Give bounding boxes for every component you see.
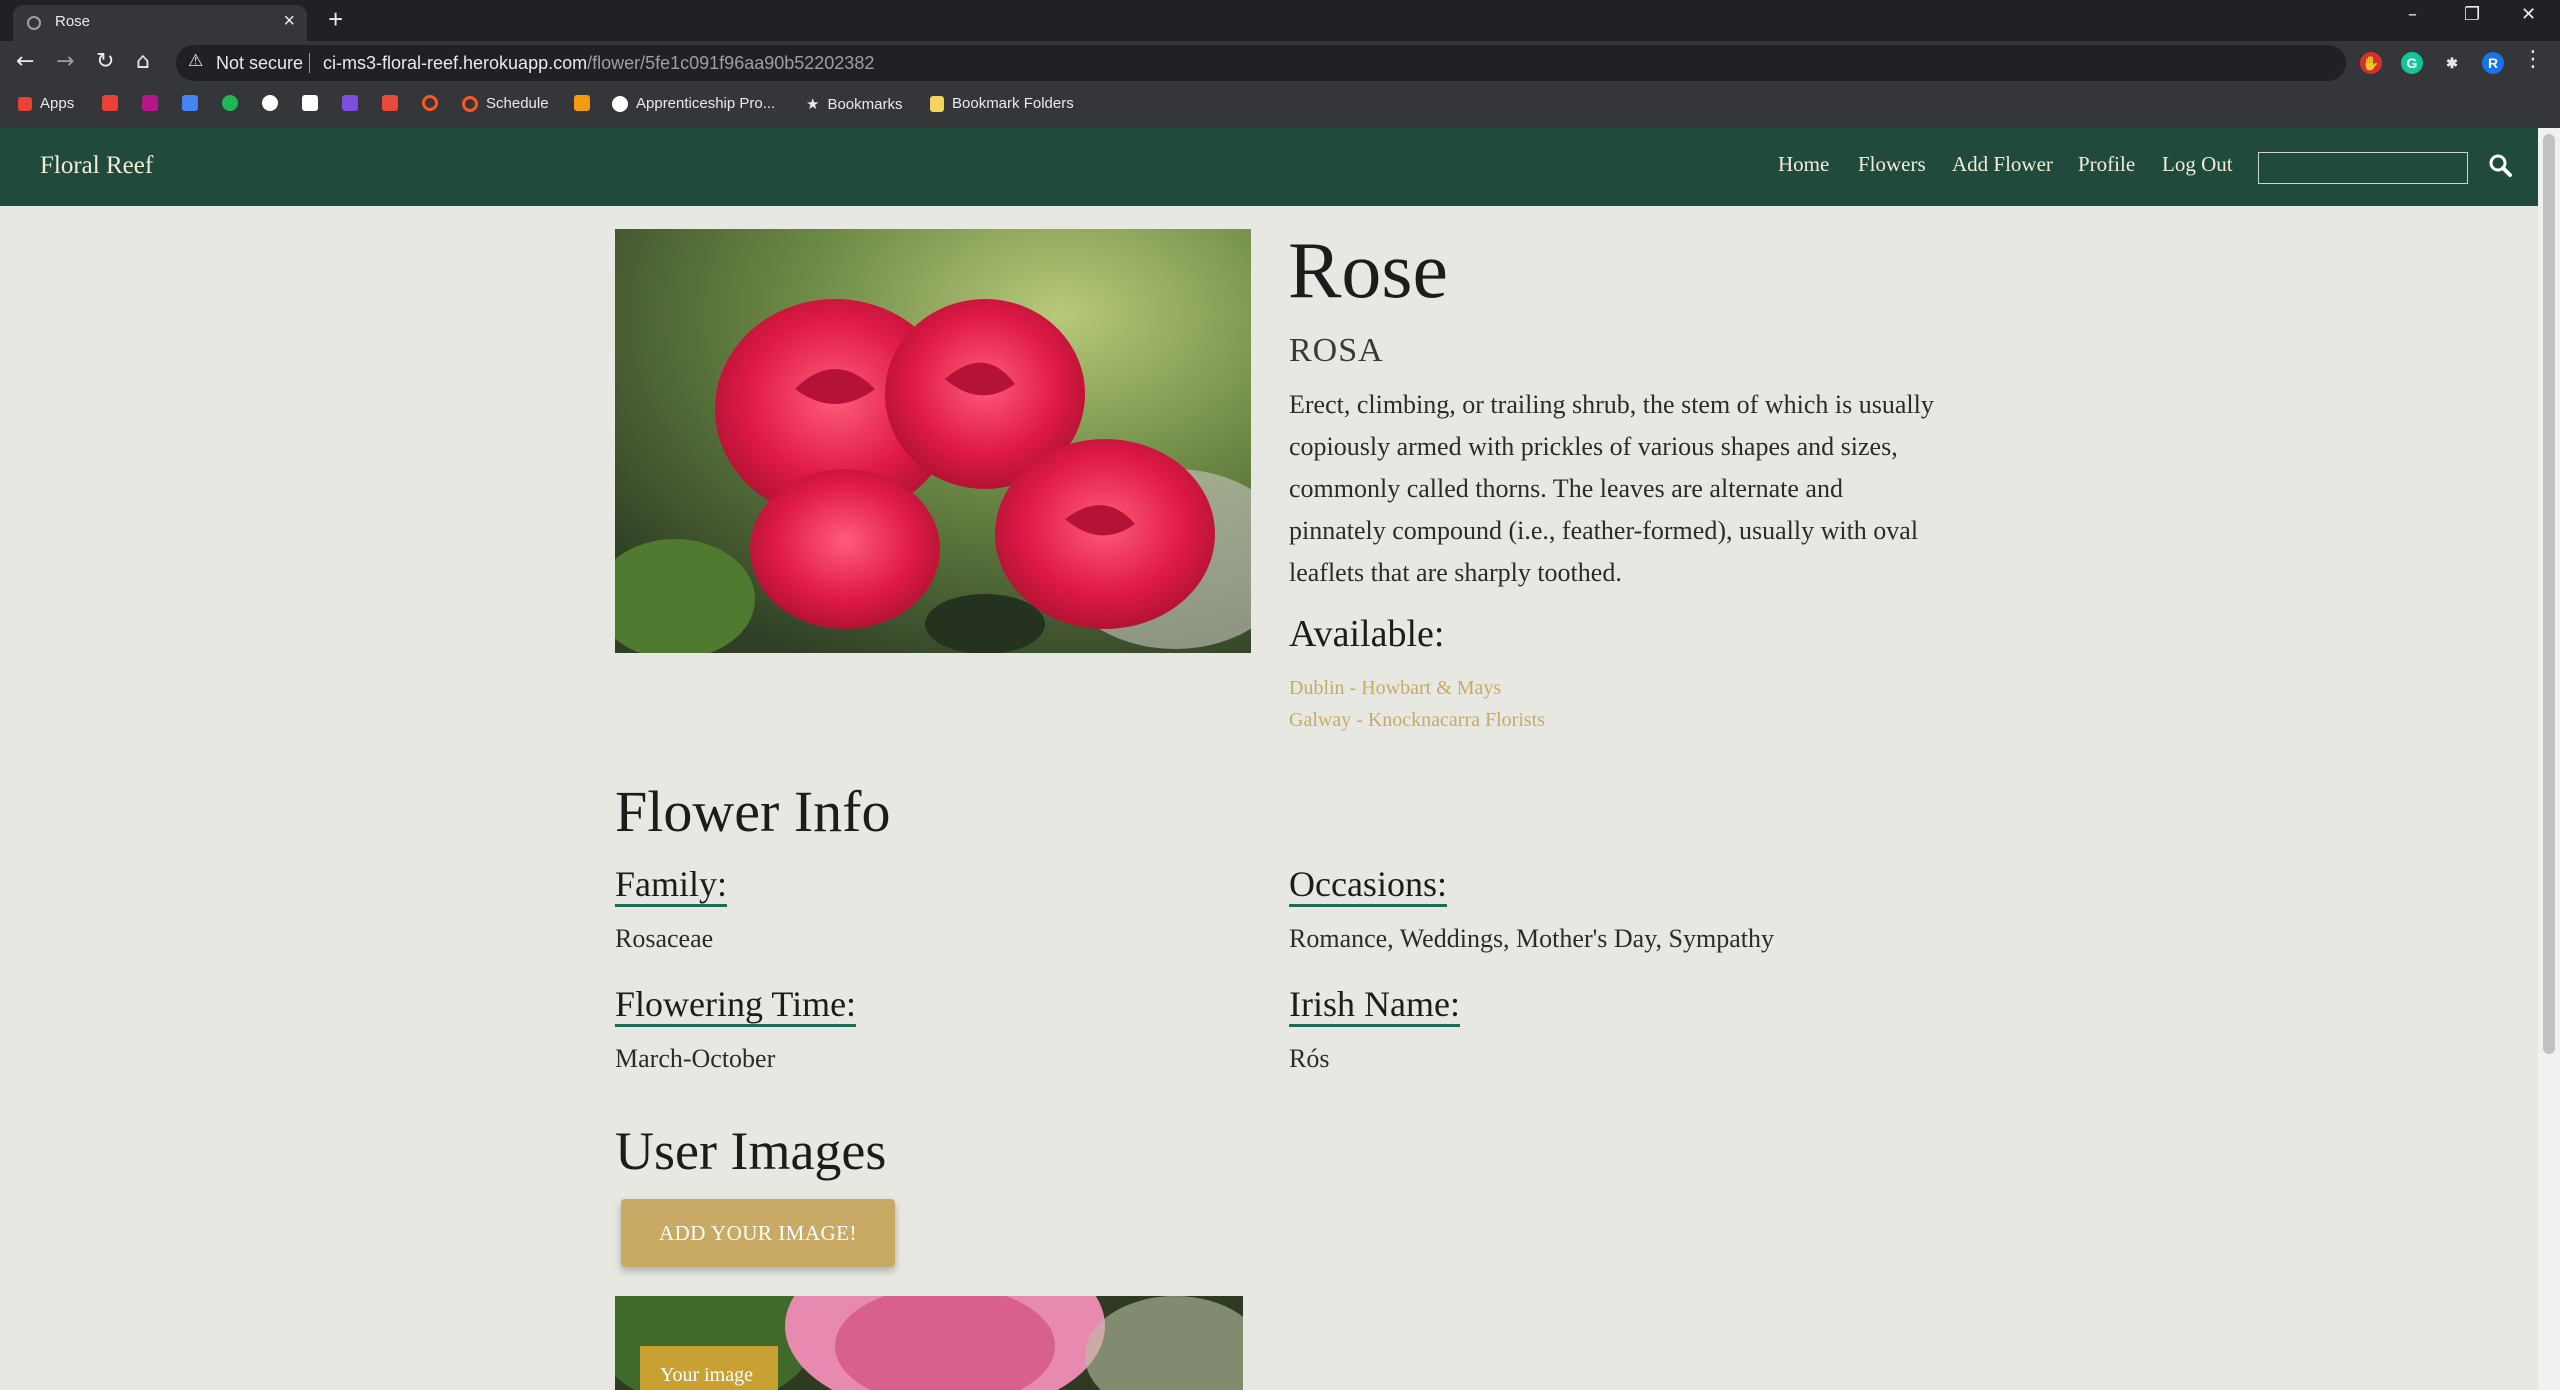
bookmarks-bar: Apps Schedule Apprenticeship Pro... ★ Boo… [0, 87, 2560, 129]
nav-add-flower[interactable]: Add Flower [1952, 152, 2053, 177]
adblock-extension-icon[interactable]: ✋ [2360, 52, 2382, 74]
bookmark-calendar[interactable] [182, 95, 198, 111]
brand-logo[interactable]: Floral Reef [40, 152, 153, 180]
flower-info-heading: Flower Info [615, 779, 891, 844]
security-label[interactable]: Not secure [216, 53, 303, 74]
close-window-icon[interactable]: ✕ [2521, 4, 2536, 25]
bookmark-apps[interactable]: Apps [18, 95, 74, 112]
back-arrow-icon[interactable]: ← [16, 49, 34, 74]
irish-name-value: Rós [1289, 1044, 1330, 1073]
flower-name: Rose [1288, 227, 1448, 315]
github-icon [262, 95, 278, 111]
irish-name-label: Irish Name: [1289, 984, 1460, 1027]
puzzle-icon [382, 95, 398, 111]
extensions-puzzle-icon[interactable]: ✱ [2441, 52, 2463, 74]
google-icon [612, 95, 628, 112]
url-text[interactable]: ci-ms3-floral-reef.herokuapp.com/flower/… [323, 53, 874, 74]
bookmark-bookmarks[interactable]: ★ Bookmarks [806, 95, 903, 114]
tab-close-icon[interactable]: × [283, 10, 295, 33]
bookmark-docs[interactable] [302, 95, 318, 111]
scrollbar-thumb[interactable] [2543, 134, 2555, 1054]
url-host: ci-ms3-floral-reef.herokuapp.com [323, 53, 588, 73]
forward-arrow-icon[interactable]: → [56, 49, 74, 74]
bookmark-extension[interactable] [142, 95, 158, 111]
search-input[interactable] [2258, 152, 2468, 184]
bookmark-ring[interactable] [422, 95, 438, 111]
bookmark-label: Bookmark Folders [952, 95, 1074, 112]
warning-icon: ⚠ [188, 51, 204, 71]
address-bar[interactable]: ⚠ Not secure ci-ms3-floral-reef.herokuap… [176, 45, 2501, 81]
list-icon [342, 95, 358, 111]
home-icon[interactable]: ⌂ [136, 49, 150, 74]
spotify-icon [222, 95, 238, 111]
browser-tab-strip: Rose × + – ❐ ✕ [0, 0, 2560, 41]
available-heading: Available: [1289, 613, 1445, 655]
occasions-value: Romance, Weddings, Mother's Day, Sympath… [1289, 924, 1774, 953]
url-path: /flower/5fe1c091f96aa90b52202382 [587, 53, 875, 73]
page-scrollbar[interactable] [2538, 128, 2560, 1390]
menu-kebab-icon[interactable]: ⋮ [2522, 47, 2544, 72]
new-tab-button[interactable]: + [328, 4, 343, 35]
add-your-image-button[interactable]: ADD YOUR IMAGE! [621, 1199, 895, 1267]
nav-profile[interactable]: Profile [2078, 152, 2135, 177]
bookmark-label: Schedule [486, 95, 549, 112]
bookmark-label: Bookmarks [827, 95, 903, 113]
bookmark-gmail[interactable] [102, 95, 118, 111]
extension-icon [142, 95, 158, 111]
bookmark-github[interactable] [262, 95, 278, 111]
flower-image [615, 229, 1251, 653]
site-navbar: Floral Reef Home Flowers Add Flower Prof… [0, 128, 2538, 206]
restore-icon[interactable]: ❐ [2464, 4, 2480, 25]
apps-grid-icon [18, 96, 32, 111]
flower-latin-name: ROSA [1289, 332, 1384, 369]
bookmark-schedule[interactable]: Schedule [462, 95, 549, 112]
reload-icon[interactable]: ↻ [96, 49, 114, 74]
user-images-heading: User Images [615, 1121, 887, 1181]
nav-log-out[interactable]: Log Out [2162, 152, 2233, 177]
grammarly-extension-icon[interactable]: G [2401, 52, 2423, 74]
bookmark-list[interactable] [342, 95, 358, 111]
calendar-icon [182, 95, 198, 111]
folder-icon [930, 95, 944, 112]
profile-avatar[interactable]: R [2482, 52, 2504, 74]
globe-icon [27, 16, 41, 30]
occasions-label: Occasions: [1289, 864, 1447, 907]
bookmark-app[interactable] [574, 95, 590, 111]
divider [309, 53, 310, 73]
bookmark-apprenticeship[interactable]: Apprenticeship Pro... [612, 95, 775, 112]
schedule-icon [462, 95, 478, 112]
nav-home[interactable]: Home [1778, 152, 1829, 177]
nav-flowers[interactable]: Flowers [1858, 152, 1926, 177]
family-label: Family: [615, 864, 728, 907]
minimize-icon[interactable]: – [2408, 4, 2417, 25]
bookmark-folders[interactable]: Bookmark Folders [930, 95, 1074, 112]
gmail-icon [102, 95, 118, 111]
bookmark-puzzle[interactable] [382, 95, 398, 111]
your-image-badge: Your image [640, 1346, 778, 1390]
app-icon [574, 95, 590, 111]
bookmark-spotify[interactable] [222, 95, 238, 111]
browser-toolbar: ← → ↻ ⌂ ⚠ Not secure ci-ms3-floral-reef.… [0, 41, 2560, 87]
bookmark-label: Apprenticeship Pro... [636, 95, 776, 112]
shop-link[interactable]: Dublin - Howbart & Mays [1289, 677, 1501, 700]
bookmark-label: Apps [40, 95, 75, 112]
flowering-time-value: March-October [615, 1044, 776, 1073]
family-value: Rosaceae [615, 924, 714, 953]
docs-icon [302, 95, 318, 111]
browser-tab[interactable]: Rose × [13, 5, 307, 41]
ring-icon [422, 95, 438, 111]
shop-link[interactable]: Galway - Knocknacarra Florists [1289, 709, 1545, 732]
flowering-time-label: Flowering Time: [615, 984, 857, 1027]
star-icon: ★ [806, 96, 820, 113]
search-icon[interactable] [2487, 152, 2515, 180]
tab-title: Rose [55, 13, 91, 30]
flower-description: Erect, climbing, or trailing shrub, the … [1289, 390, 1934, 587]
